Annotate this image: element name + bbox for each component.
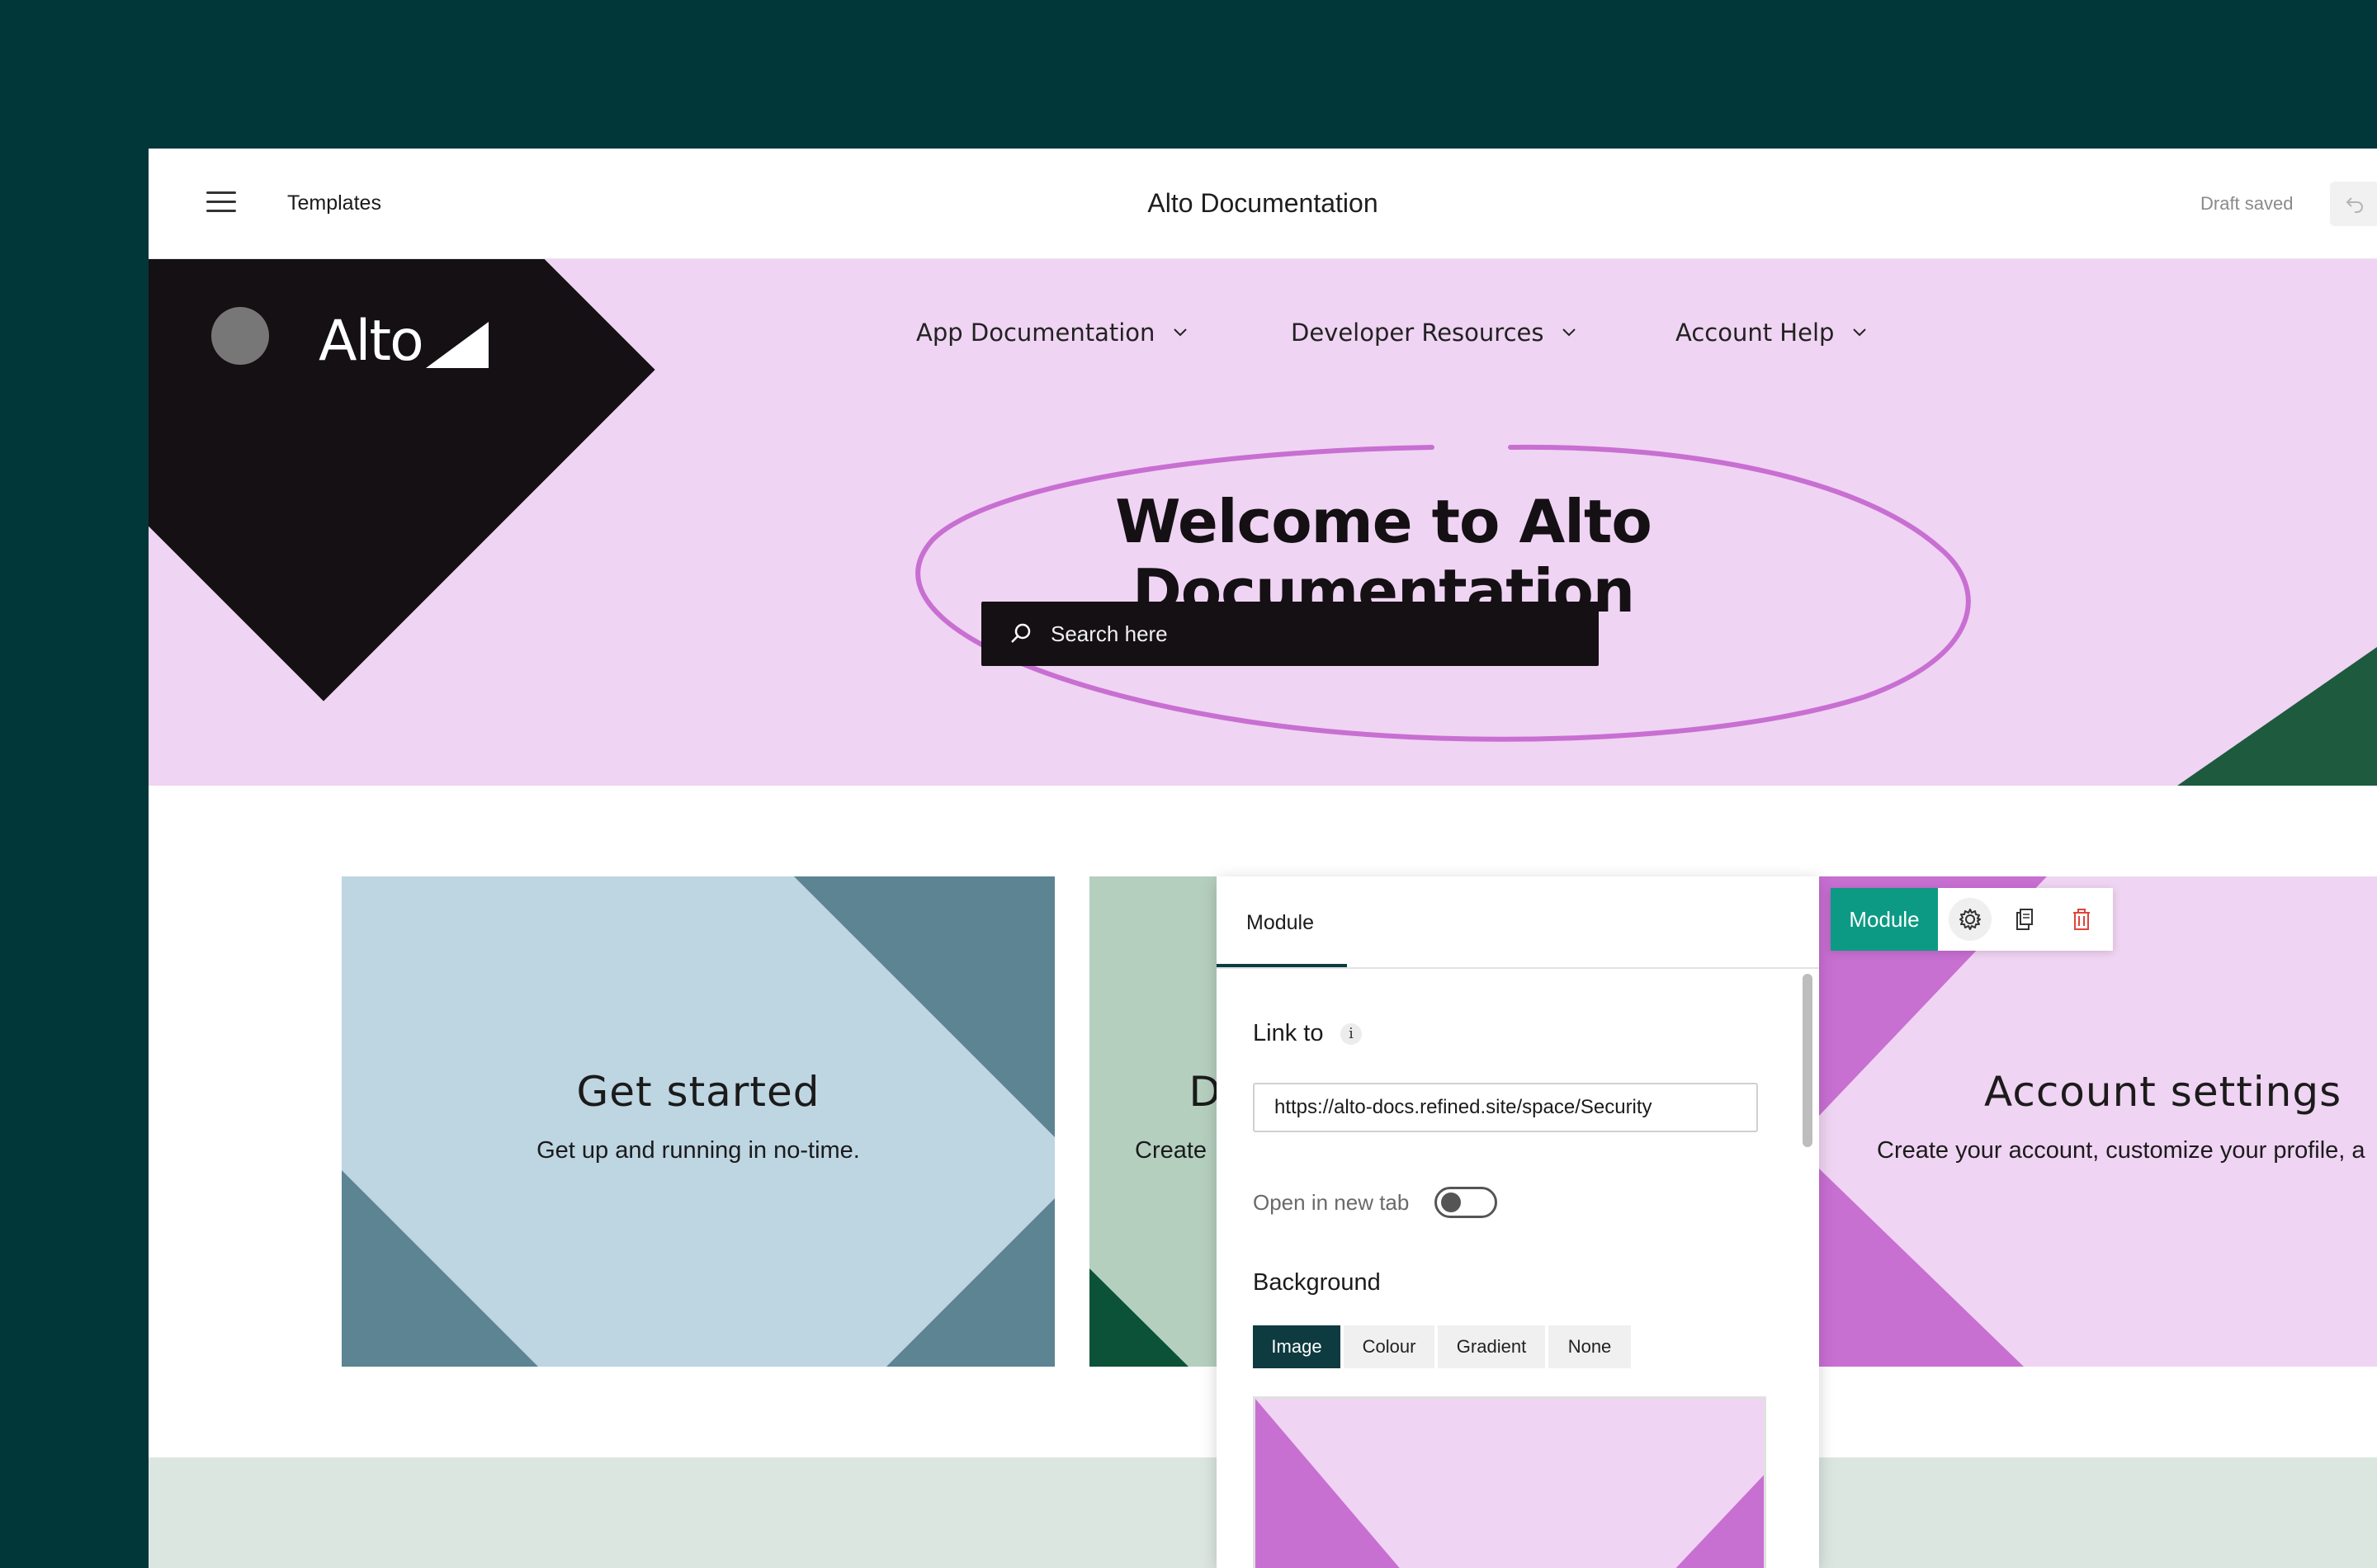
bg-option-colour[interactable]: Colour: [1344, 1325, 1434, 1368]
card-title: Account settings: [1984, 1068, 2342, 1116]
card-title: D: [1188, 1068, 1222, 1116]
settings-button[interactable]: [1949, 898, 1992, 941]
undo-button[interactable]: [2330, 182, 2377, 226]
open-new-tab-label: Open in new tab: [1253, 1190, 1410, 1215]
bg-option-gradient[interactable]: Gradient: [1438, 1325, 1545, 1368]
card-decoration: [1089, 1268, 1188, 1367]
top-bar: Templates Alto Documentation Draft saved: [149, 149, 2377, 259]
link-to-label: Link to: [1253, 1020, 1324, 1046]
info-icon[interactable]: i: [1340, 1023, 1362, 1045]
trash-icon: [2073, 909, 2090, 930]
duplicate-button[interactable]: [2004, 898, 2047, 941]
panel-scrollbar[interactable]: [1803, 974, 1812, 1147]
panel-tabs: Module: [1217, 876, 1819, 969]
search-input[interactable]: [1051, 602, 1579, 666]
search-bar[interactable]: [981, 602, 1599, 666]
draft-status: Draft saved: [2200, 193, 2294, 214]
card-subtitle: Create your account, customize your prof…: [1877, 1137, 2365, 1164]
gear-icon: [1959, 909, 1981, 930]
card-title: Get started: [576, 1068, 820, 1116]
delete-button[interactable]: [2060, 898, 2103, 941]
card-get-started[interactable]: Get started Get up and running in no-tim…: [342, 876, 1055, 1367]
hero-corner-triangle: [2177, 647, 2377, 786]
card-subtitle: Create: [1135, 1137, 1207, 1164]
link-url-input[interactable]: [1253, 1083, 1758, 1132]
tab-active-indicator: [1217, 964, 1347, 967]
tab-module[interactable]: Module: [1246, 911, 1314, 935]
bg-option-none[interactable]: None: [1548, 1325, 1631, 1368]
editor-window: Templates Alto Documentation Draft saved…: [149, 149, 2377, 1568]
module-settings-panel: Module Link to i Open in new tab Backgro…: [1217, 876, 1819, 1568]
copy-icon: [2016, 909, 2033, 930]
hero-section[interactable]: Alto App Documentation Developer Resourc…: [149, 259, 2377, 786]
background-image-preview[interactable]: [1253, 1396, 1766, 1568]
annotation-circle: [915, 444, 1971, 742]
preview-decoration: [1255, 1399, 1764, 1568]
module-toolbar: Module: [1831, 888, 2113, 951]
toggle-knob: [1441, 1193, 1461, 1212]
bg-option-image[interactable]: Image: [1253, 1325, 1340, 1368]
module-button[interactable]: Module: [1831, 888, 1938, 951]
undo-icon: [2346, 197, 2363, 213]
card-decoration: [342, 876, 1055, 1367]
search-icon: [1011, 623, 1031, 643]
card-developer[interactable]: D Create: [1089, 876, 1222, 1367]
card-subtitle: Get up and running in no-time.: [536, 1137, 860, 1164]
background-label: Background: [1253, 1269, 1381, 1296]
open-new-tab-toggle[interactable]: [1434, 1187, 1497, 1218]
document-title: Alto Documentation: [1147, 188, 1378, 218]
